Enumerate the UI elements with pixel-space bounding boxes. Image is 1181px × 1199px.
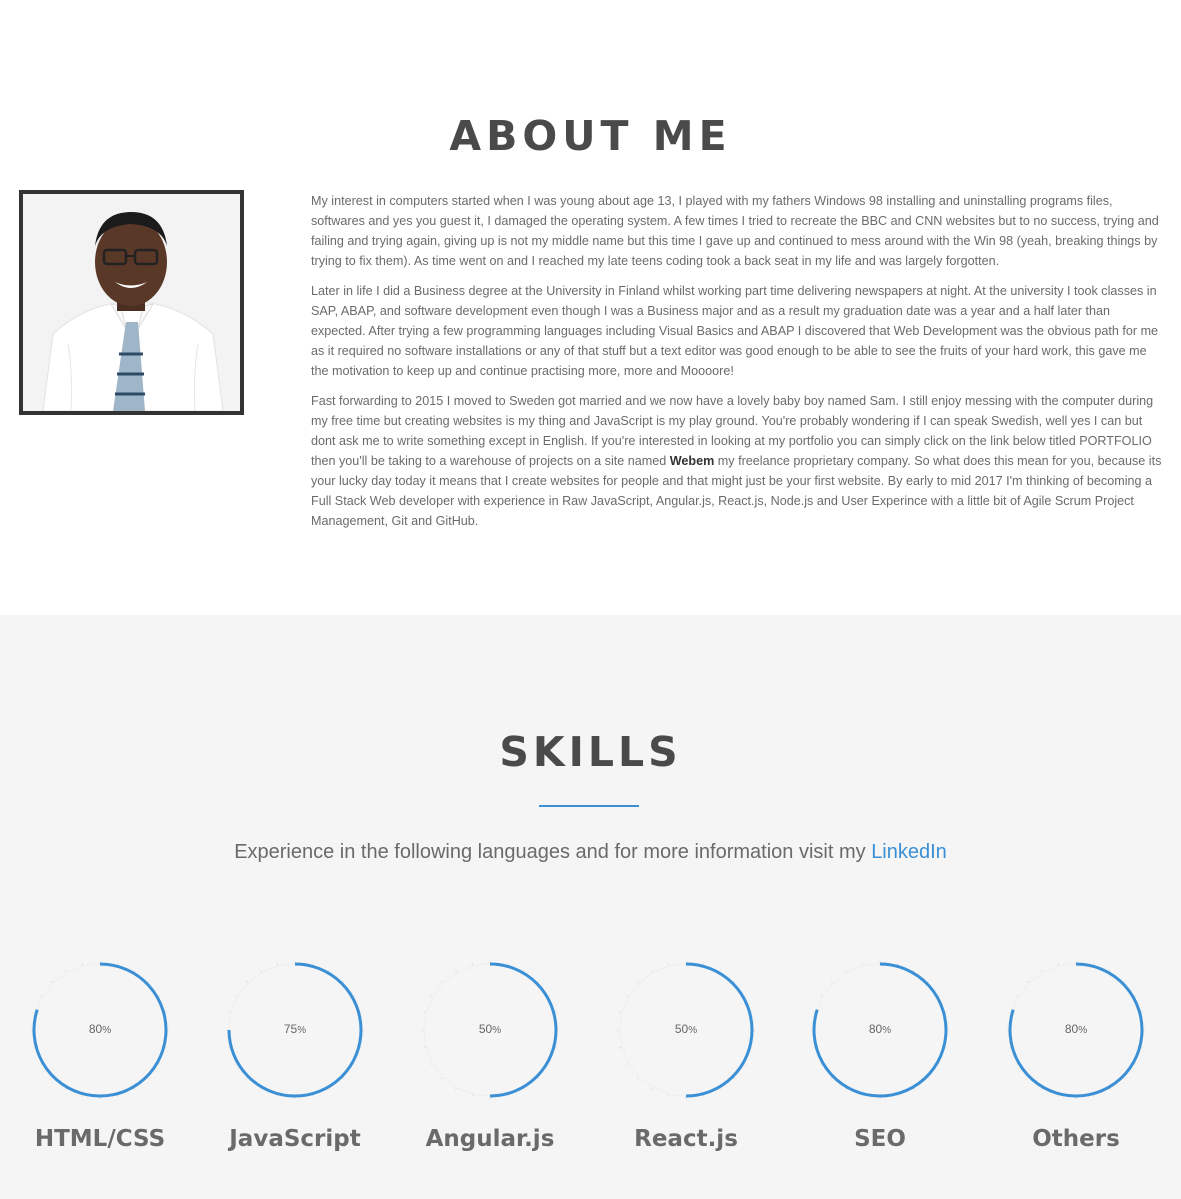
skill-name: HTML/CSS: [34, 1126, 166, 1152]
ring-tick: [830, 980, 833, 983]
ring-tick: [245, 980, 248, 983]
skill-percent: 50%: [420, 1022, 560, 1036]
ring-tick: [276, 963, 279, 966]
skill-item: 50% Angular.js: [400, 960, 580, 1170]
ring-tick: [260, 969, 262, 973]
ring-tick: [81, 963, 84, 966]
skill-name: JavaScript: [229, 1126, 361, 1152]
ring-tick: [429, 995, 433, 997]
ring-tick: [429, 1063, 433, 1065]
ring-tick: [455, 1087, 457, 1091]
ring-tick: [1057, 963, 1060, 966]
ring-tick: [619, 1046, 622, 1049]
skill-percent-value: 75: [283, 1022, 298, 1036]
skill-percent-value: 50: [674, 1022, 689, 1036]
skill-item: 80% HTML/CSS: [10, 960, 190, 1170]
ring-tick: [1026, 980, 1029, 983]
ring-tick: [1041, 969, 1043, 973]
ring-tick: [65, 969, 67, 973]
ring-tick: [455, 969, 457, 973]
skill-percent-value: 80: [88, 1022, 103, 1036]
profile-photo: [19, 190, 244, 415]
ring-tick: [667, 963, 670, 966]
ring-tick: [471, 963, 474, 966]
skill-percent-value: 80: [1064, 1022, 1079, 1036]
ring-tick: [625, 1063, 629, 1065]
skill-percent-sign: %: [688, 1025, 698, 1036]
ring-tick: [234, 995, 238, 997]
skill-percent-sign: %: [1078, 1025, 1088, 1036]
ring-tick: [651, 969, 653, 973]
ring-tick: [1015, 995, 1019, 997]
ring-tick: [861, 963, 864, 966]
about-title: ABOUT ME: [449, 112, 732, 160]
ring-tick: [651, 1087, 653, 1091]
ring-tick: [50, 980, 53, 983]
ring-tick: [39, 995, 43, 997]
skill-percent: 80%: [810, 1022, 950, 1036]
ring-tick: [819, 995, 823, 997]
ring-tick: [423, 1046, 426, 1049]
ring-tick: [440, 980, 443, 983]
skills-divider: [539, 805, 639, 807]
skill-item: 80% SEO: [790, 960, 970, 1170]
ring-tick: [636, 980, 639, 983]
linkedin-link[interactable]: LinkedIn: [871, 841, 947, 863]
skill-item: 80% Others: [986, 960, 1166, 1170]
about-section: ABOUT ME My interest in computers starte…: [0, 0, 1181, 615]
bio-paragraph-1: My interest in computers started when I …: [311, 194, 1159, 268]
skills-title: SKILLS: [499, 728, 682, 776]
skill-name: Others: [1032, 1126, 1120, 1152]
ring-tick: [619, 1011, 622, 1014]
skill-name: Angular.js: [425, 1126, 555, 1152]
skill-percent: 75%: [225, 1022, 365, 1036]
ring-tick: [471, 1094, 474, 1097]
ring-tick: [667, 1094, 670, 1097]
profile-photo-image: [23, 194, 240, 411]
skill-percent: 50%: [616, 1022, 756, 1036]
skill-percent-sign: %: [882, 1025, 892, 1036]
skill-item: 50% React.js: [596, 960, 776, 1170]
skills-section: SKILLS Experience in the following langu…: [0, 615, 1181, 1199]
skill-percent-sign: %: [492, 1025, 502, 1036]
ring-tick: [625, 995, 629, 997]
webem-company-name: Webem: [669, 454, 715, 468]
skill-item: 75% JavaScript: [205, 960, 385, 1170]
bio-paragraph-3: Fast forwarding to 2015 I moved to Swede…: [311, 391, 1163, 531]
ring-tick: [228, 1011, 231, 1014]
ring-tick: [440, 1077, 443, 1080]
skills-subtitle: Experience in the following languages an…: [0, 841, 1181, 864]
skill-percent: 80%: [1006, 1022, 1146, 1036]
ring-tick: [423, 1011, 426, 1014]
skill-percent-sign: %: [297, 1025, 307, 1036]
ring-tick: [636, 1077, 639, 1080]
skill-percent-value: 80: [868, 1022, 883, 1036]
skill-name: SEO: [854, 1126, 906, 1152]
ring-tick: [845, 969, 847, 973]
skill-percent-sign: %: [102, 1025, 112, 1036]
skill-name: React.js: [634, 1126, 738, 1152]
bio-paragraph-2: Later in life I did a Business degree at…: [311, 284, 1159, 378]
skills-subtitle-text: Experience in the following languages an…: [234, 841, 872, 863]
skill-percent-value: 50: [478, 1022, 493, 1036]
about-bio: My interest in computers started when I …: [311, 191, 1163, 541]
skill-percent: 80%: [30, 1022, 170, 1036]
